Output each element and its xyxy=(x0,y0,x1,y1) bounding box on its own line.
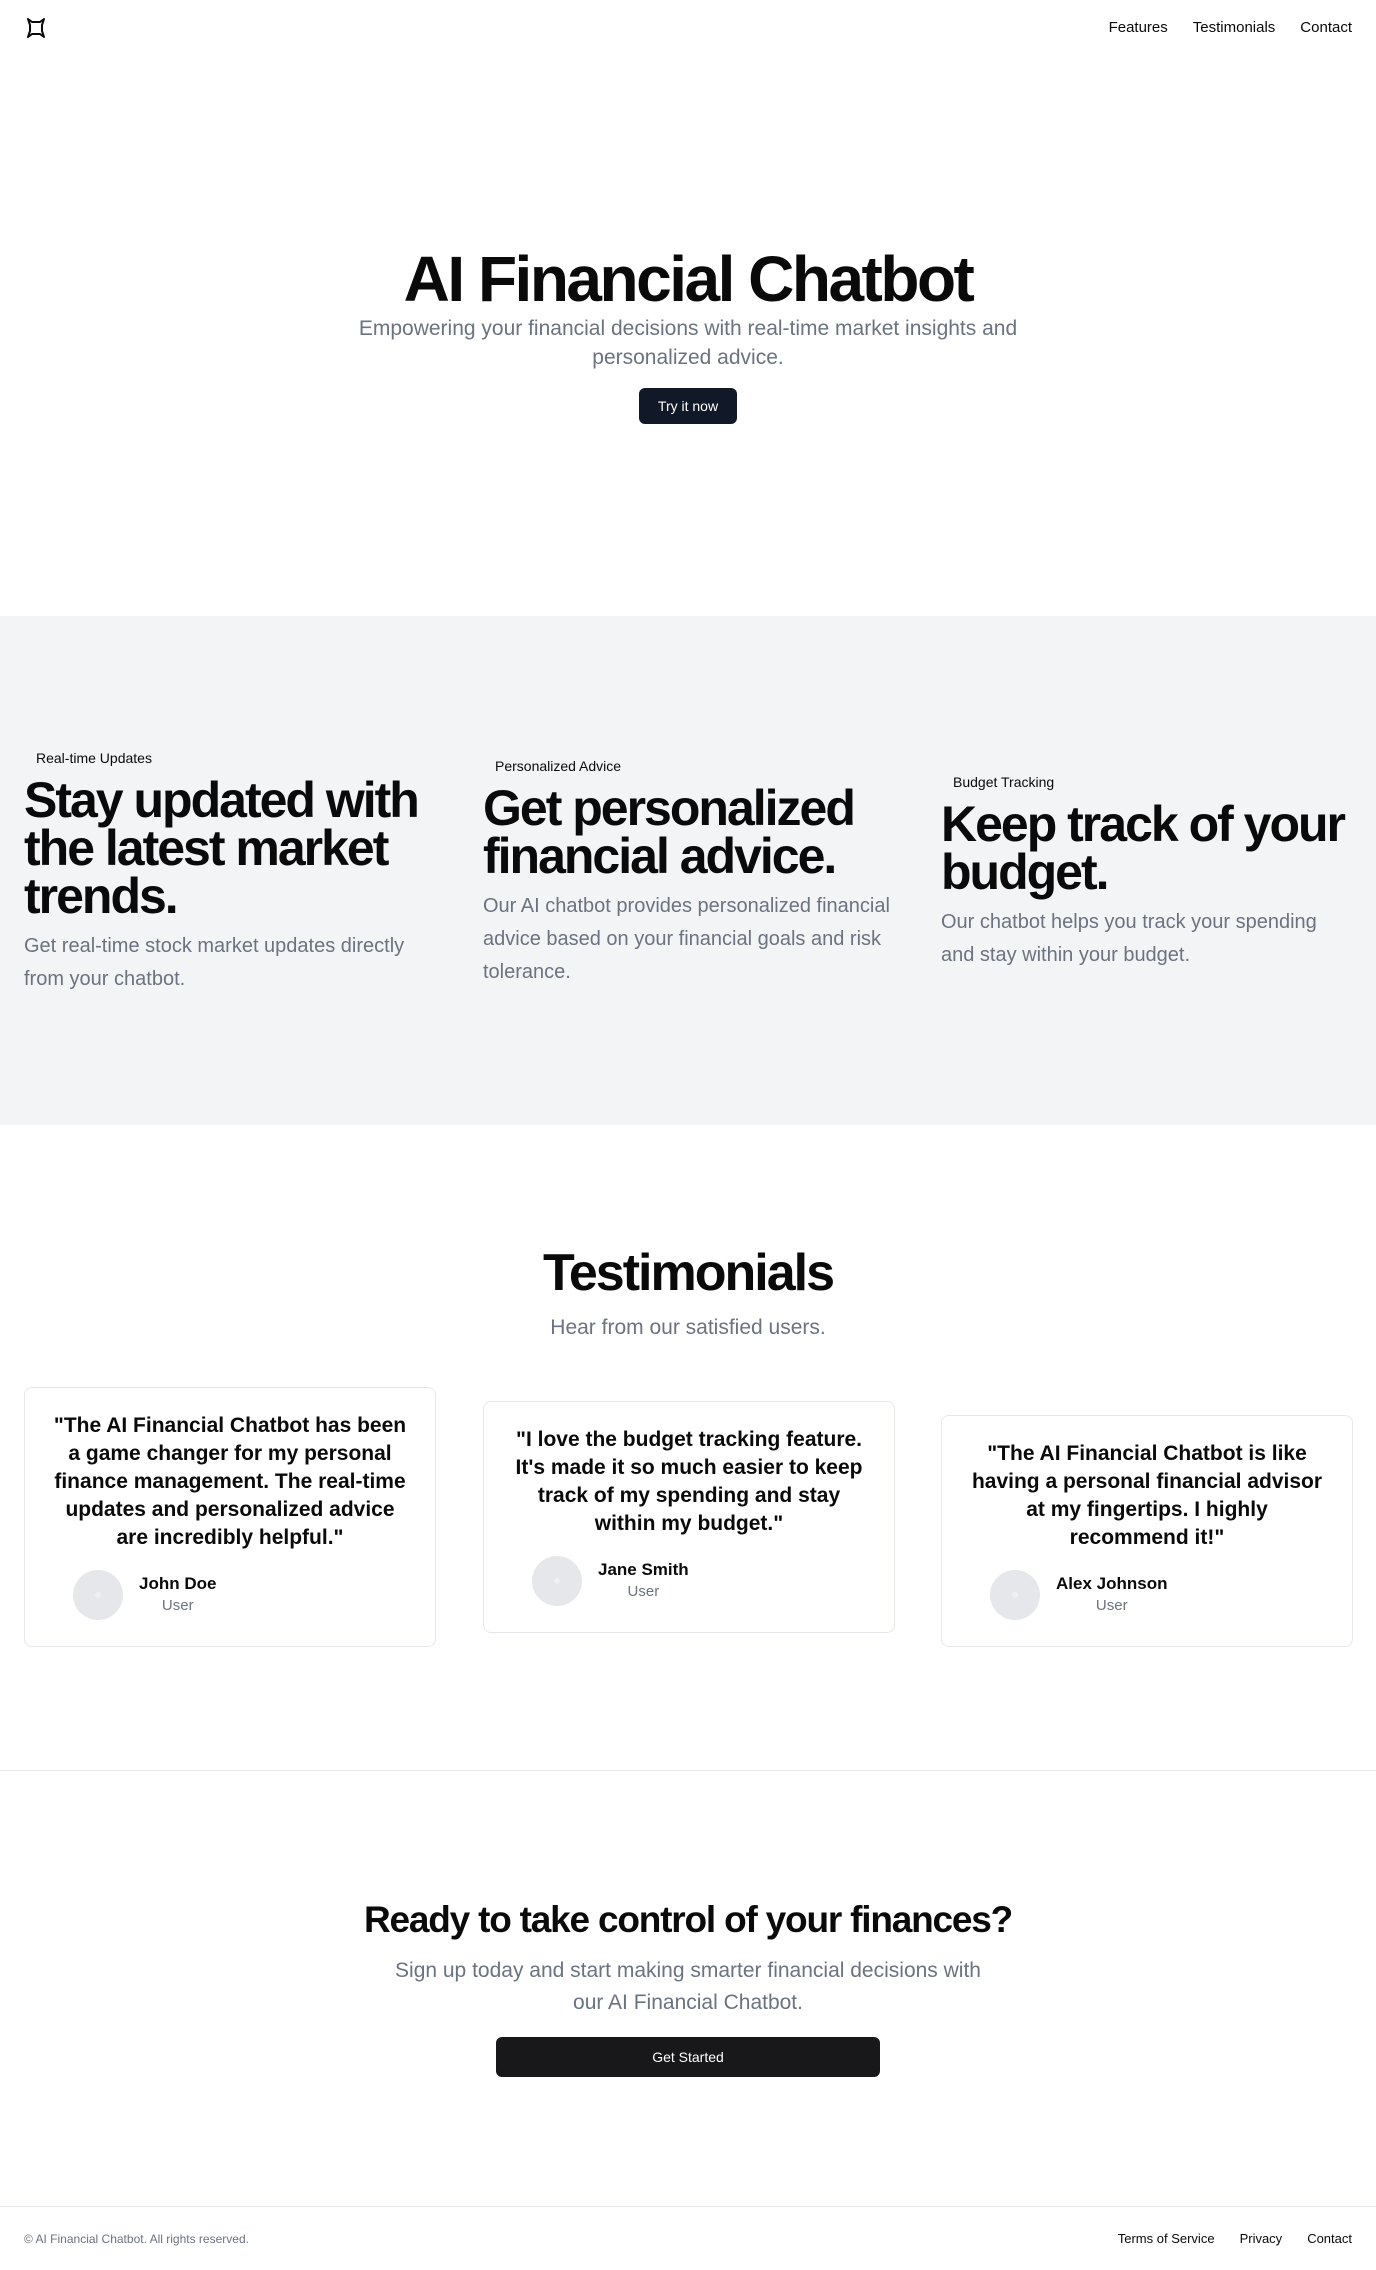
home-logo-link[interactable] xyxy=(24,16,48,40)
testimonial-author: John Doe User xyxy=(73,1570,411,1620)
testimonial-quote: "The AI Financial Chatbot has been a gam… xyxy=(53,1414,407,1549)
feature-description: Get real-time stock market updates direc… xyxy=(24,935,405,990)
site-footer: © AI Financial Chatbot. All rights reser… xyxy=(0,2206,1376,2270)
cta-subtitle: Sign up today and start making smarter f… xyxy=(395,1959,981,2014)
footer-link-terms[interactable]: Terms of Service xyxy=(1118,2230,1215,2248)
author-role: User xyxy=(161,1597,194,1614)
testimonial-author: Jane Smith User xyxy=(532,1556,870,1606)
testimonial-quote: "The AI Financial Chatbot is like having… xyxy=(971,1442,1323,1549)
hero-section: AI Financial Chatbot Empowering your fin… xyxy=(0,56,1376,616)
testimonial-card: "The AI Financial Chatbot has been a gam… xyxy=(24,1387,436,1647)
feature-description: Our chatbot helps you track your spendin… xyxy=(941,911,1317,966)
hero-subtitle: Empowering your financial decisions with… xyxy=(358,317,1018,369)
cta-title: Ready to take control of your finances? xyxy=(363,1899,1013,1940)
features-section: Real-time Updates Stay updated with the … xyxy=(0,616,1376,1125)
author-role: User xyxy=(627,1583,660,1600)
feature-title: Get personalized financial advice. xyxy=(483,780,856,884)
author-name: Jane Smith xyxy=(598,1560,689,1579)
site-header: Features Testimonials Contact xyxy=(0,0,1376,56)
author-name: John Doe xyxy=(139,1574,217,1593)
get-started-button[interactable]: Get Started xyxy=(496,2037,880,2077)
footer-link-contact[interactable]: Contact xyxy=(1307,2230,1352,2248)
feature-description: Our AI chatbot provides personalized fin… xyxy=(483,895,890,983)
mountain-icon xyxy=(27,18,45,38)
cta-section: Ready to take control of your finances? … xyxy=(0,1771,1376,2206)
hero-title: AI Financial Chatbot xyxy=(403,243,975,315)
nav-link-testimonials[interactable]: Testimonials xyxy=(1193,18,1276,38)
footer-nav: Terms of Service Privacy Contact xyxy=(1118,2230,1352,2248)
feature-title: Stay updated with the latest market tren… xyxy=(24,772,420,924)
avatar xyxy=(532,1556,582,1606)
main-nav: Features Testimonials Contact xyxy=(1109,18,1352,38)
nav-link-contact[interactable]: Contact xyxy=(1300,18,1352,38)
copyright-text: © AI Financial Chatbot. All rights reser… xyxy=(24,2232,249,2246)
feature-card-realtime: Real-time Updates Stay updated with the … xyxy=(24,744,434,996)
testimonial-quote: "I love the budget tracking feature. It'… xyxy=(515,1428,863,1535)
testimonial-card: "I love the budget tracking feature. It'… xyxy=(483,1401,895,1633)
feature-tag: Personalized Advice xyxy=(495,758,622,774)
author-name: Alex Johnson xyxy=(1056,1574,1168,1593)
author-role: User xyxy=(1095,1597,1128,1614)
avatar xyxy=(73,1570,123,1620)
feature-tag: Real-time Updates xyxy=(36,750,152,766)
feature-title: Keep track of your budget. xyxy=(941,796,1346,900)
testimonial-author: Alex Johnson User xyxy=(990,1570,1328,1620)
testimonials-title: Testimonials xyxy=(542,1244,835,1302)
testimonial-card: "The AI Financial Chatbot is like having… xyxy=(941,1415,1353,1647)
testimonials-subtitle: Hear from our satisfied users. xyxy=(550,1316,826,1339)
feature-card-advice: Personalized Advice Get personalized fin… xyxy=(483,752,893,989)
avatar xyxy=(990,1570,1040,1620)
footer-link-privacy[interactable]: Privacy xyxy=(1240,2230,1283,2248)
testimonials-section: Testimonials Hear from our satisfied use… xyxy=(0,1125,1376,1770)
try-it-now-button[interactable]: Try it now xyxy=(639,388,737,424)
feature-card-budget: Budget Tracking Keep track of your budge… xyxy=(941,768,1351,972)
feature-tag: Budget Tracking xyxy=(953,774,1055,790)
nav-link-features[interactable]: Features xyxy=(1109,18,1168,38)
